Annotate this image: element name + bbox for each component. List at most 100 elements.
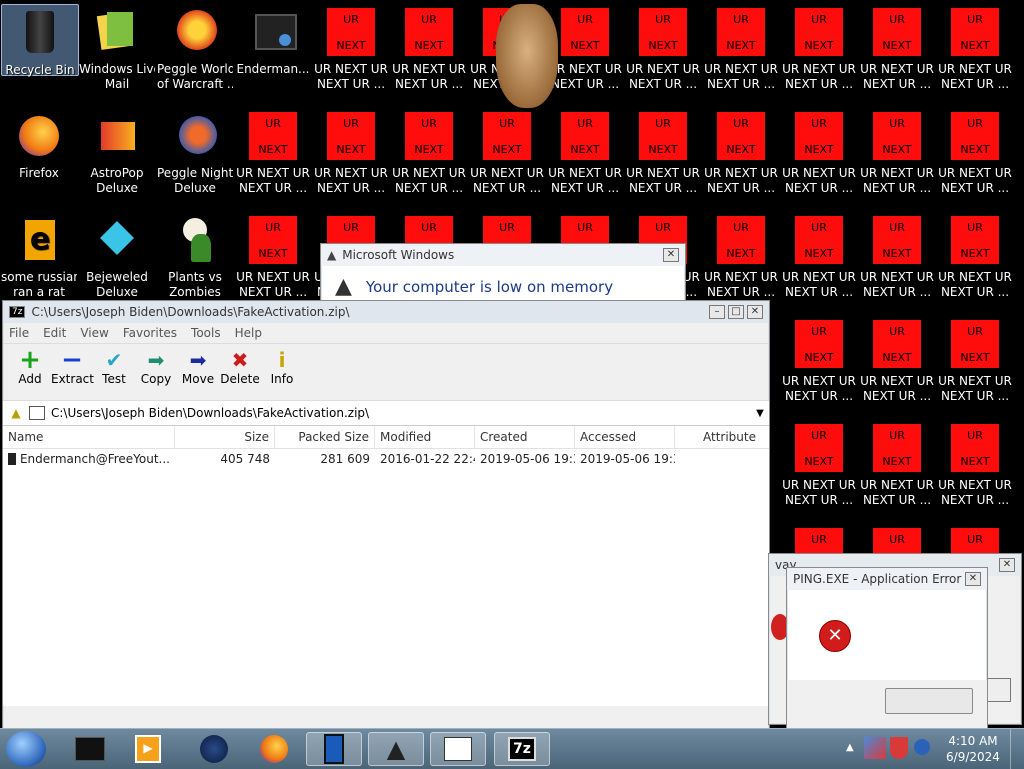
desktop-icon-peggle-world[interactable]: Peggle World of Warcraft ... bbox=[157, 4, 233, 92]
column-size[interactable]: Size bbox=[175, 426, 275, 448]
move-button[interactable]: ➡ Move bbox=[177, 348, 219, 386]
desktop-icon-plants-vs-zombies[interactable]: Plants vs Zombies bbox=[157, 212, 233, 300]
column-created[interactable]: Created bbox=[475, 426, 575, 448]
desktop-icon-ur-next[interactable]: UR NEXT UR NEXT URNEXT UR ... bbox=[937, 108, 1013, 196]
desktop-icon-ur-next[interactable]: UR NEXT UR NEXT URNEXT UR ... bbox=[625, 108, 701, 196]
desktop-icon-ur-next[interactable]: UR NEXT UR NEXT URNEXT UR ... bbox=[547, 4, 623, 92]
column-attributes[interactable]: Attribute bbox=[675, 426, 761, 448]
taskbar-item-globe[interactable] bbox=[186, 732, 242, 766]
close-icon[interactable]: ✕ bbox=[999, 558, 1015, 572]
close-icon[interactable]: ✕ bbox=[663, 248, 679, 262]
desktop-icon-ur-next[interactable]: UR NEXT UR NEXT URNEXT UR ... bbox=[391, 4, 467, 92]
close-icon[interactable]: ✕ bbox=[965, 572, 981, 586]
desktop-icon-ur-next[interactable]: UR NEXT UR NEXT URNEXT UR ... bbox=[625, 4, 701, 92]
desktop-icon-ur-next[interactable]: UR NEXT UR NEXT URNEXT UR ... bbox=[781, 4, 857, 92]
desktop-icon-ur-next[interactable]: UR NEXT UR NEXT URNEXT UR ... bbox=[235, 212, 311, 300]
clock[interactable]: 4:10 AM 6/9/2024 bbox=[944, 733, 1002, 765]
ur-tile-top-text: UR bbox=[811, 533, 827, 546]
network-icon[interactable] bbox=[864, 737, 886, 759]
ok-button[interactable] bbox=[987, 678, 1011, 702]
desktop-icon-ur-next[interactable]: UR NEXT UR NEXT URNEXT UR ... bbox=[937, 4, 1013, 92]
icon-label: NEXT UR ... bbox=[940, 493, 1010, 507]
ur-tile-top-text: UR bbox=[811, 13, 827, 26]
desktop-icon-ur-next[interactable]: UR NEXT UR NEXT URNEXT UR ... bbox=[703, 212, 779, 300]
copy-button[interactable]: ➡ Copy bbox=[135, 348, 177, 386]
show-desktop-button[interactable] bbox=[1010, 729, 1024, 769]
desktop-icon-ur-next[interactable]: UR NEXT UR NEXT URNEXT UR ... bbox=[859, 4, 935, 92]
column-packed-size[interactable]: Packed Size bbox=[275, 426, 375, 448]
icon-label: some russian bbox=[1, 270, 77, 284]
ok-button[interactable] bbox=[885, 688, 973, 714]
column-name[interactable]: Name bbox=[3, 426, 175, 448]
desktop-icon-ur-next[interactable]: UR NEXT UR NEXT URNEXT UR ... bbox=[703, 4, 779, 92]
desktop-icon-ur-next[interactable]: UR NEXT UR NEXT URNEXT UR ... bbox=[547, 108, 623, 196]
desktop-icon-enderman[interactable]: Enderman... bbox=[235, 4, 311, 77]
desktop-icon-ur-next[interactable]: UR NEXT UR NEXT URNEXT UR ... bbox=[937, 420, 1013, 508]
taskbar-item-media[interactable]: ▶ bbox=[120, 732, 176, 766]
menu-help[interactable]: Help bbox=[235, 326, 262, 340]
close-button[interactable]: ✕ bbox=[747, 305, 763, 319]
bejeweled-icon bbox=[93, 216, 141, 264]
delete-button[interactable]: ✖ Delete bbox=[219, 348, 261, 386]
test-button[interactable]: ✔ Test bbox=[93, 348, 135, 386]
icon-label: NEXT UR ... bbox=[472, 181, 542, 195]
desktop-icon-ur-next[interactable]: UR NEXT UR NEXT URNEXT UR ... bbox=[703, 108, 779, 196]
desktop-icon-ur-next[interactable]: UR NEXT UR NEXT URNEXT UR ... bbox=[781, 108, 857, 196]
menu-file[interactable]: File bbox=[9, 326, 29, 340]
desktop-icon-firefox[interactable]: Firefox bbox=[1, 108, 77, 181]
desktop-icon-bejeweled[interactable]: Bejeweled Deluxe bbox=[79, 212, 155, 300]
menu-view[interactable]: View bbox=[80, 326, 108, 340]
desktop-icon-ur-next[interactable]: UR NEXT UR NEXT URNEXT UR ... bbox=[391, 108, 467, 196]
maximize-button[interactable]: □ bbox=[728, 305, 744, 319]
minimize-button[interactable]: – bbox=[709, 305, 725, 319]
folder-up-icon[interactable]: ▲ bbox=[3, 406, 29, 420]
taskbar-item-phone[interactable] bbox=[306, 732, 362, 766]
extract-button[interactable]: − Extract bbox=[51, 347, 94, 386]
ur-tile-top-text: UR bbox=[889, 117, 905, 130]
add-button[interactable]: + Add bbox=[9, 347, 51, 386]
desktop-icon-ur-next[interactable]: UR NEXT UR NEXT URNEXT UR ... bbox=[469, 108, 545, 196]
menu-edit[interactable]: Edit bbox=[43, 326, 66, 340]
desktop-icon-ur-next[interactable]: UR NEXT UR NEXT URNEXT UR ... bbox=[859, 316, 935, 404]
desktop-icon-ur-next[interactable]: UR NEXT UR NEXT URNEXT UR ... bbox=[937, 212, 1013, 300]
volume-icon[interactable] bbox=[914, 739, 930, 755]
taskbar-item-monitor[interactable] bbox=[62, 732, 118, 766]
taskbar-item-sevenzip[interactable]: 7z bbox=[494, 732, 550, 766]
desktop-icon-ur-next[interactable]: UR NEXT UR NEXT URNEXT UR ... bbox=[235, 108, 311, 196]
column-accessed[interactable]: Accessed bbox=[575, 426, 675, 448]
desktop-icon-ur-next[interactable]: UR NEXT UR NEXT URNEXT UR ... bbox=[781, 212, 857, 300]
desktop-icon-ur-next[interactable]: UR NEXT UR NEXT URNEXT UR ... bbox=[937, 316, 1013, 404]
desktop-icon-some-russian[interactable]: e some russian ran a rat bbox=[1, 212, 77, 300]
desktop-icon-ur-next[interactable]: UR NEXT UR NEXT URNEXT UR ... bbox=[313, 4, 389, 92]
taskbar-item-firefox[interactable] bbox=[246, 732, 302, 766]
toolbar: + Add − Extract ✔ Test ➡ Copy ➡ Move ✖ D… bbox=[3, 343, 769, 400]
info-button[interactable]: i Info bbox=[261, 348, 303, 386]
desktop-icon-ur-next[interactable]: UR NEXT UR NEXT URNEXT UR ... bbox=[313, 108, 389, 196]
taskbar-item-warning[interactable]: ▲ bbox=[368, 732, 424, 766]
chevron-down-icon[interactable]: ▼ bbox=[751, 408, 769, 419]
desktop-icon-astropop[interactable]: AstroPop Deluxe bbox=[79, 108, 155, 196]
tray-expand-icon[interactable]: ▲ bbox=[846, 742, 854, 753]
ur-next-icon: UR NEXT bbox=[795, 320, 843, 368]
icon-label: UR NEXT UR bbox=[938, 478, 1012, 492]
menu-favorites[interactable]: Favorites bbox=[123, 326, 177, 340]
column-modified[interactable]: Modified bbox=[375, 426, 475, 448]
desktop-icon-ur-next[interactable]: UR NEXT UR NEXT URNEXT UR ... bbox=[859, 212, 935, 300]
desktop-icon-recycle-bin[interactable]: Recycle Bin bbox=[1, 4, 79, 77]
desktop-icon-ur-next[interactable]: UR NEXT UR NEXT URNEXT UR ... bbox=[859, 420, 935, 508]
desktop-icon-windows-live-mail[interactable]: Windows Live Mail bbox=[79, 4, 155, 92]
table-row[interactable]: Endermanch@FreeYout... 405 748 281 609 2… bbox=[3, 449, 769, 469]
address-input[interactable]: C:\Users\Joseph Biden\Downloads\FakeActi… bbox=[51, 406, 751, 420]
ur-next-icon: UR NEXT bbox=[327, 8, 375, 56]
desktop-icon-peggle-nights[interactable]: Peggle Nights Deluxe bbox=[157, 108, 233, 196]
start-button[interactable] bbox=[6, 731, 46, 767]
menu-tools[interactable]: Tools bbox=[191, 326, 221, 340]
ur-next-icon: UR NEXT bbox=[405, 8, 453, 56]
shield-icon[interactable] bbox=[890, 737, 908, 759]
desktop-icon-ur-next[interactable]: UR NEXT UR NEXT URNEXT UR ... bbox=[781, 420, 857, 508]
desktop-icon-ur-next[interactable]: UR NEXT UR NEXT URNEXT UR ... bbox=[859, 108, 935, 196]
taskbar-item-document[interactable] bbox=[430, 732, 486, 766]
desktop-icon-ur-next[interactable]: UR NEXT UR NEXT URNEXT UR ... bbox=[781, 316, 857, 404]
ur-next-icon: UR NEXT bbox=[873, 424, 921, 472]
icon-label: Enderman... bbox=[236, 62, 310, 76]
